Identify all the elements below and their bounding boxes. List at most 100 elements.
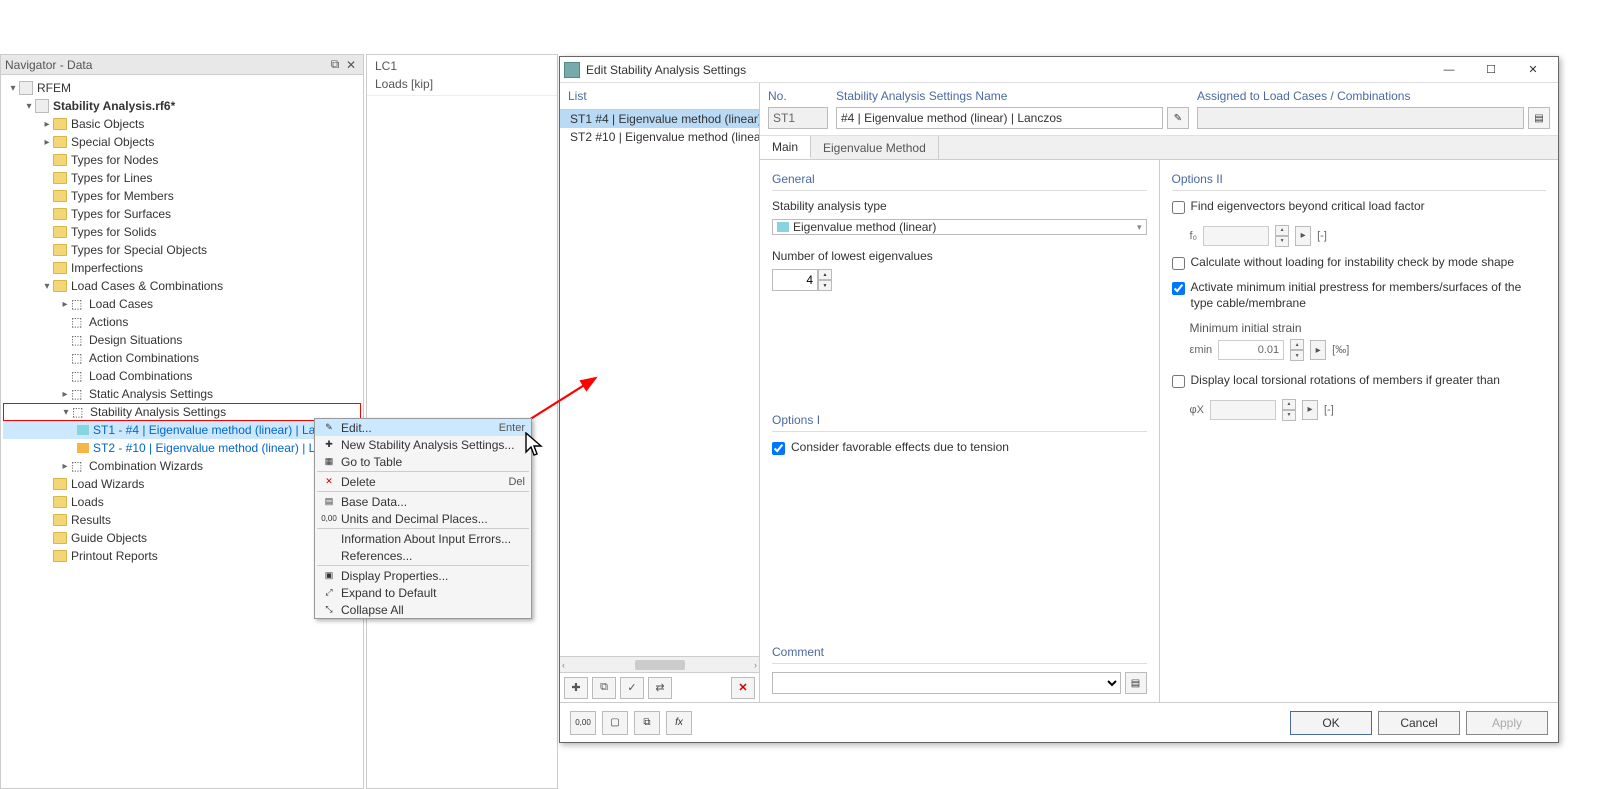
cancel-button[interactable]: Cancel xyxy=(1378,711,1460,735)
horizontal-scrollbar[interactable]: ‹ › xyxy=(560,656,759,672)
color-tool-button[interactable]: ▢ xyxy=(602,711,628,735)
chevron-down-icon[interactable]: ▾ xyxy=(7,83,19,94)
name-input[interactable] xyxy=(836,107,1163,129)
chevron-right-icon[interactable]: ▸ xyxy=(41,119,53,130)
ctx-info[interactable]: Information About Input Errors... xyxy=(315,530,531,547)
ctx-goto[interactable]: ▦Go to Table xyxy=(315,453,531,470)
tree-item[interactable]: Types for Lines xyxy=(3,169,361,187)
chevron-right-icon[interactable]: ▸ xyxy=(59,299,71,310)
opt-torsion-row[interactable]: Display local torsional rotations of mem… xyxy=(1172,373,1547,389)
tree-item[interactable]: ⬚Actions xyxy=(3,313,361,331)
tree-item[interactable]: Printout Reports xyxy=(3,547,361,565)
list-item[interactable]: ST1 #4 | Eigenvalue method (linear) | La… xyxy=(560,110,759,128)
tree-root[interactable]: ▾ RFEM xyxy=(3,79,361,97)
pin-icon[interactable]: ⧉ xyxy=(327,57,343,73)
maximize-button[interactable]: ☐ xyxy=(1470,59,1512,81)
graph-tool-button[interactable]: ⧉ xyxy=(634,711,660,735)
opt-prestress-row[interactable]: Activate minimum initial prestress for m… xyxy=(1172,280,1547,311)
tree-item[interactable]: ⬚Load Combinations xyxy=(3,367,361,385)
chevron-down-icon[interactable]: ▾ xyxy=(41,281,53,292)
tree-label: Static Analysis Settings xyxy=(89,387,213,401)
tree-item[interactable]: ▸Basic Objects xyxy=(3,115,361,133)
no-input[interactable] xyxy=(768,107,828,129)
spin-up-icon[interactable]: ▲ xyxy=(818,269,832,280)
tree-item[interactable]: Imperfections xyxy=(3,259,361,277)
delete-button[interactable]: ✕ xyxy=(731,677,755,699)
ctx-delete[interactable]: ✕DeleteDel xyxy=(315,473,531,490)
num-eigen-input[interactable] xyxy=(772,269,818,291)
tab-main[interactable]: Main xyxy=(760,136,811,159)
scroll-thumb[interactable] xyxy=(635,660,685,670)
chevron-down-icon[interactable]: ▾ xyxy=(60,407,72,418)
tree-item-st1[interactable]: ST1 - #4 | Eigenvalue method (linear) | … xyxy=(3,421,361,439)
wizard-icon: ⬚ xyxy=(71,459,85,473)
tree-item[interactable]: ⬚Design Situations xyxy=(3,331,361,349)
fx-tool-button[interactable]: fx xyxy=(666,711,692,735)
tree-item[interactable]: ▸⬚Static Analysis Settings xyxy=(3,385,361,403)
ctx-display[interactable]: ▣Display Properties... xyxy=(315,567,531,584)
tree-item-st2[interactable]: ST2 - #10 | Eigenvalue method (linear) |… xyxy=(3,439,361,457)
emin-input[interactable] xyxy=(1218,340,1284,360)
opt-find-row[interactable]: Find eigenvectors beyond critical load f… xyxy=(1172,199,1547,215)
scroll-right-icon[interactable]: › xyxy=(754,660,757,670)
ok-button[interactable]: OK xyxy=(1290,711,1372,735)
tree-item[interactable]: ⬚Action Combinations xyxy=(3,349,361,367)
ctx-collapse[interactable]: ⤡Collapse All xyxy=(315,601,531,618)
tab-eigenvalue-method[interactable]: Eigenvalue Method xyxy=(811,136,939,159)
ctx-base[interactable]: ▤Base Data... xyxy=(315,493,531,510)
copy-button[interactable]: ⧉ xyxy=(592,677,616,699)
opt-calc-row[interactable]: Calculate without loading for instabilit… xyxy=(1172,255,1547,271)
scroll-left-icon[interactable]: ‹ xyxy=(562,660,565,670)
opt-torsion-checkbox[interactable] xyxy=(1172,375,1185,388)
tree-item[interactable]: Types for Solids xyxy=(3,223,361,241)
tree-item[interactable]: ▸Special Objects xyxy=(3,133,361,151)
new-button[interactable]: ✚ xyxy=(564,677,588,699)
edit-name-button[interactable]: ✎ xyxy=(1167,107,1189,129)
chevron-down-icon[interactable]: ▾ xyxy=(23,101,35,112)
tree-item[interactable]: ▸⬚Load Cases xyxy=(3,295,361,313)
tree-item[interactable]: Types for Special Objects xyxy=(3,241,361,259)
assign-button[interactable]: ▤ xyxy=(1528,107,1550,129)
chevron-right-icon[interactable]: ▸ xyxy=(59,389,71,400)
dialog-titlebar[interactable]: Edit Stability Analysis Settings — ☐ ✕ xyxy=(560,57,1558,83)
tree-file[interactable]: ▾ Stability Analysis.rf6* xyxy=(3,97,361,115)
spin-down-icon[interactable]: ▼ xyxy=(818,280,832,291)
tree-item-loadcases[interactable]: ▾Load Cases & Combinations xyxy=(3,277,361,295)
tree-item[interactable]: Types for Surfaces xyxy=(3,205,361,223)
tree-item[interactable]: Guide Objects xyxy=(3,529,361,547)
comment-select[interactable] xyxy=(772,672,1121,694)
ctx-refs[interactable]: References... xyxy=(315,547,531,564)
close-icon[interactable]: ✕ xyxy=(343,57,359,73)
assigned-input[interactable] xyxy=(1197,107,1524,129)
tree-item[interactable]: Loads xyxy=(3,493,361,511)
check-button[interactable]: ✓ xyxy=(620,677,644,699)
opt-tension-row[interactable]: Consider favorable effects due to tensio… xyxy=(772,440,1147,456)
comment-edit-button[interactable]: ▤ xyxy=(1125,672,1147,694)
apply-button[interactable]: Apply xyxy=(1466,711,1548,735)
tree-item-stability-settings[interactable]: ▾⬚Stability Analysis Settings xyxy=(3,403,361,421)
minimize-button[interactable]: — xyxy=(1428,59,1470,81)
opt-tension-checkbox[interactable] xyxy=(772,442,785,455)
list-item[interactable]: ST2 #10 | Eigenvalue method (linear) | L… xyxy=(560,128,759,146)
tree-item[interactable]: Load Wizards xyxy=(3,475,361,493)
sync-button[interactable]: ⇄ xyxy=(648,677,672,699)
emin-unit-button[interactable]: ▸ xyxy=(1310,340,1326,360)
chevron-right-icon[interactable]: ▸ xyxy=(59,461,71,472)
tree-item[interactable]: Types for Nodes xyxy=(3,151,361,169)
analysis-type-select[interactable]: Eigenvalue method (linear) ▾ xyxy=(772,219,1147,235)
spinner[interactable]: ▲▼ xyxy=(1290,339,1304,361)
tree-item[interactable]: Types for Members xyxy=(3,187,361,205)
ctx-edit[interactable]: ✎Edit...Enter xyxy=(315,419,531,436)
opt-calc-checkbox[interactable] xyxy=(1172,257,1185,270)
chevron-right-icon[interactable]: ▸ xyxy=(41,137,53,148)
ctx-new[interactable]: ✚New Stability Analysis Settings... xyxy=(315,436,531,453)
opt-find-checkbox[interactable] xyxy=(1172,201,1185,214)
close-button[interactable]: ✕ xyxy=(1512,59,1554,81)
tree-item[interactable]: ▸⬚Combination Wizards xyxy=(3,457,361,475)
tree-item[interactable]: Results xyxy=(3,511,361,529)
spinner[interactable]: ▲▼ xyxy=(818,269,832,291)
opt-prestress-checkbox[interactable] xyxy=(1172,282,1185,295)
ctx-expand[interactable]: ⤢Expand to Default xyxy=(315,584,531,601)
units-tool-button[interactable]: 0,00 xyxy=(570,711,596,735)
ctx-units[interactable]: 0,00Units and Decimal Places... xyxy=(315,510,531,527)
